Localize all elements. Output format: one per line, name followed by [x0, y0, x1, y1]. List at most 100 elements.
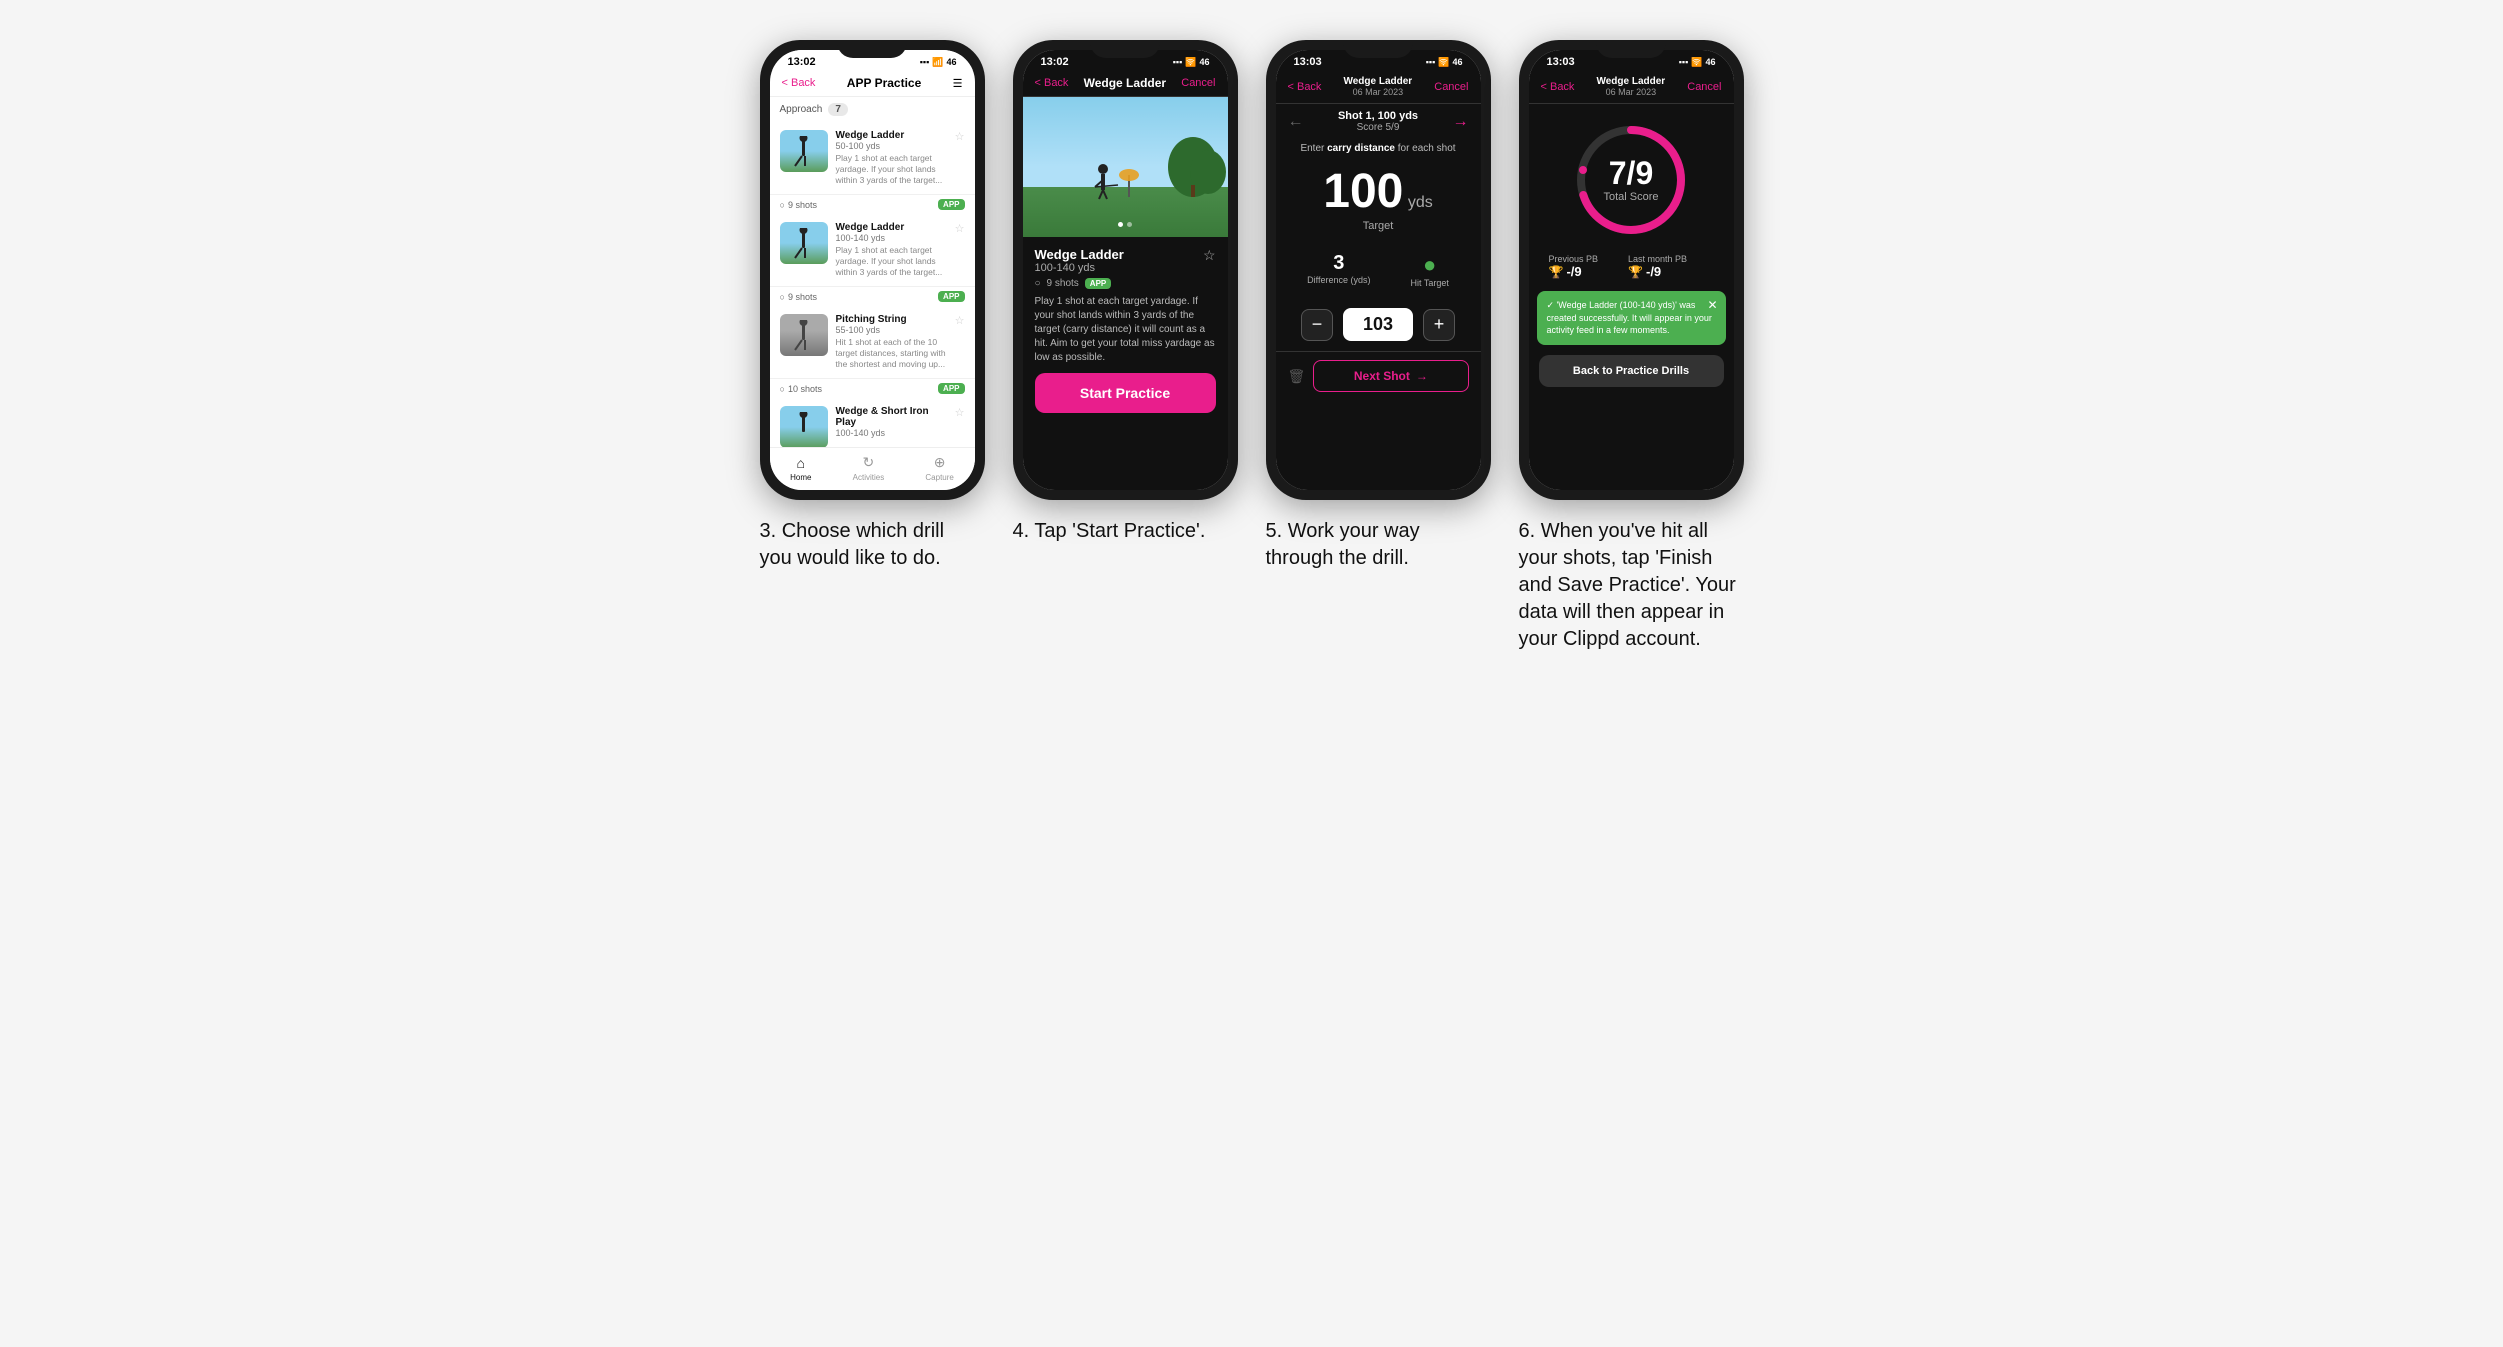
tab-home-label: Home [790, 473, 811, 482]
drill-item-4[interactable]: Wedge & Short Iron Play 100-140 yds ☆ [770, 398, 975, 447]
last-month-pb-val: 🏆 -/9 [1628, 264, 1687, 279]
drill-info-3: Pitching String 55-100 yds Hit 1 shot at… [836, 314, 947, 370]
phone-5-container: 13:03 ▪▪▪ 🛜 46 < Back Wedge Ladder 06 Ma… [1266, 40, 1491, 572]
phone-5-inner: 13:03 ▪▪▪ 🛜 46 < Back Wedge Ladder 06 Ma… [1276, 50, 1481, 490]
signal-icon-5: ▪▪▪ [1426, 57, 1436, 67]
caption-4: 4. Tap 'Start Practice'. [1013, 518, 1206, 545]
shots-label-2: 9 shots [788, 292, 817, 302]
trophy-icon-1: 🏆 [1549, 265, 1564, 279]
tab-bar-3: ⌂ Home ↻ Activities ⊕ Capture [770, 447, 975, 490]
drill-item-3[interactable]: Pitching String 55-100 yds Hit 1 shot at… [770, 306, 975, 379]
nav-back-5[interactable]: < Back [1288, 81, 1322, 93]
phone-4-inner: 13:02 ▪▪▪ 🛜 46 < Back Wedge Ladder Cance… [1023, 50, 1228, 490]
tab-capture[interactable]: ⊕ Capture [925, 454, 953, 482]
back-to-practice-button[interactable]: Back to Practice Drills [1539, 355, 1724, 387]
next-shot-arrow[interactable]: → [1453, 113, 1469, 131]
star-icon-3[interactable]: ☆ [955, 314, 965, 327]
phone-5: 13:03 ▪▪▪ 🛜 46 < Back Wedge Ladder 06 Ma… [1266, 40, 1491, 500]
drill-footer-3: ○ 10 shots APP [770, 379, 975, 398]
nav-title-6: Wedge Ladder 06 Mar 2023 [1596, 76, 1665, 97]
activities-icon: ↻ [863, 454, 875, 471]
nav-bar-6: < Back Wedge Ladder 06 Mar 2023 Cancel [1529, 70, 1734, 104]
nav-back-4[interactable]: < Back [1035, 77, 1069, 89]
star-icon-2[interactable]: ☆ [955, 222, 965, 235]
nav-bar-3: < Back APP Practice ☰ [770, 70, 975, 97]
battery-icon-4: 46 [1199, 57, 1209, 67]
nav-bar-4: < Back Wedge Ladder Cancel [1023, 70, 1228, 97]
last-month-pb-label: Last month PB [1628, 254, 1687, 264]
previous-pb: Previous PB 🏆 -/9 [1549, 254, 1599, 279]
golf-silhouette-3 [780, 314, 828, 356]
next-shot-label: Next Shot [1354, 369, 1410, 383]
distance-input[interactable] [1343, 308, 1413, 341]
difference-val: 3 [1307, 252, 1370, 275]
signal-icon-4: ▪▪▪ [1173, 57, 1183, 67]
score-sub: Total Score [1603, 191, 1658, 203]
drill-footer-1: ○ 9 shots APP [770, 195, 975, 214]
nav-cancel-5[interactable]: Cancel [1434, 81, 1468, 93]
star-icon-card[interactable]: ☆ [1203, 247, 1216, 264]
success-toast: ✓ 'Wedge Ladder (100-140 yds)' was creat… [1537, 291, 1726, 345]
phone-4-container: 13:02 ▪▪▪ 🛜 46 < Back Wedge Ladder Cance… [1013, 40, 1238, 545]
notch-3 [837, 40, 907, 58]
phone-3-inner: 13:02 ▪▪▪ 📶 46 < Back APP Practice ☰ App… [770, 50, 975, 490]
wifi-icon-6: 🛜 [1691, 57, 1702, 68]
signal-icon-3: ▪▪▪ [920, 57, 930, 67]
wifi-icon-4: 🛜 [1185, 57, 1196, 68]
drill-info-4: Wedge & Short Iron Play 100-140 yds [836, 406, 947, 438]
hit-target-val: ● [1411, 252, 1449, 278]
shot-label: Shot 1, 100 yds [1338, 110, 1418, 122]
previous-pb-val: 🏆 -/9 [1549, 264, 1599, 279]
drill-footer-2: ○ 9 shots APP [770, 287, 975, 306]
nav-cancel-6[interactable]: Cancel [1687, 81, 1721, 93]
app-badge-2: APP [938, 291, 964, 302]
decrement-button[interactable]: − [1301, 309, 1333, 341]
drill-item-2[interactable]: Wedge Ladder 100-140 yds Play 1 shot at … [770, 214, 975, 287]
input-row: − + [1276, 298, 1481, 351]
nav-menu-3[interactable]: ☰ [953, 77, 963, 90]
tab-activities[interactable]: ↻ Activities [853, 454, 885, 482]
drill-item-1[interactable]: Wedge Ladder 50-100 yds Play 1 shot at e… [770, 122, 975, 195]
nav-back-3[interactable]: < Back [782, 77, 816, 89]
phones-row: 13:02 ▪▪▪ 📶 46 < Back APP Practice ☰ App… [760, 40, 1744, 653]
toast-close-button[interactable]: ✕ [1707, 297, 1717, 314]
start-practice-button[interactable]: Start Practice [1035, 373, 1216, 413]
nav-back-6[interactable]: < Back [1541, 81, 1575, 93]
nav-title-5: Wedge Ladder 06 Mar 2023 [1343, 76, 1412, 97]
next-shot-button[interactable]: Next Shot → [1313, 360, 1468, 392]
clock-icon-1: ○ [780, 200, 785, 210]
nav-cancel-4[interactable]: Cancel [1181, 77, 1215, 89]
app-badge-4: APP [1085, 278, 1111, 289]
screen4-content: 7/9 Total Score Previous PB 🏆 - [1529, 104, 1734, 490]
golf-image-area [1023, 97, 1228, 237]
drill-yds-3: 55-100 yds [836, 325, 947, 335]
caption-6: 6. When you've hit all your shots, tap '… [1519, 518, 1739, 653]
drill-name-2: Wedge Ladder [836, 222, 947, 233]
star-icon-1[interactable]: ☆ [955, 130, 965, 143]
drill-card-desc: Play 1 shot at each target yardage. If y… [1035, 295, 1216, 365]
status-icons-5: ▪▪▪ 🛜 46 [1426, 57, 1463, 68]
nav-bar-5: < Back Wedge Ladder 06 Mar 2023 Cancel [1276, 70, 1481, 104]
score-circle: 7/9 Total Score [1571, 120, 1691, 240]
prev-shot-arrow[interactable]: ← [1288, 113, 1304, 131]
shot-nav: ← Shot 1, 100 yds Score 5/9 → [1276, 104, 1481, 139]
target-unit: yds [1408, 194, 1433, 211]
metrics-row: 3 Difference (yds) ● Hit Target [1276, 242, 1481, 298]
clock-icon-4: ○ [1035, 278, 1041, 289]
dot-2 [1127, 222, 1132, 227]
status-time-6: 13:03 [1547, 56, 1575, 68]
drill-card-yds: 100-140 yds [1035, 262, 1124, 274]
shot-info: Shot 1, 100 yds Score 5/9 [1338, 110, 1418, 133]
app-badge-1: APP [938, 199, 964, 210]
target-display: 100 yds Target [1276, 158, 1481, 242]
shots-info-1: ○ 9 shots [780, 200, 817, 210]
increment-button[interactable]: + [1423, 309, 1455, 341]
carry-instruction: Enter carry distance for each shot [1276, 139, 1481, 158]
phone-6: 13:03 ▪▪▪ 🛜 46 < Back Wedge Ladder 06 Ma… [1519, 40, 1744, 500]
trash-button[interactable]: 🗑 [1288, 368, 1306, 385]
caption-3: 3. Choose which drill you would like to … [760, 518, 980, 572]
tab-home[interactable]: ⌂ Home [790, 455, 811, 482]
star-icon-4[interactable]: ☆ [955, 406, 965, 419]
golf-silhouette-4 [780, 406, 828, 447]
drill-name-3: Pitching String [836, 314, 947, 325]
